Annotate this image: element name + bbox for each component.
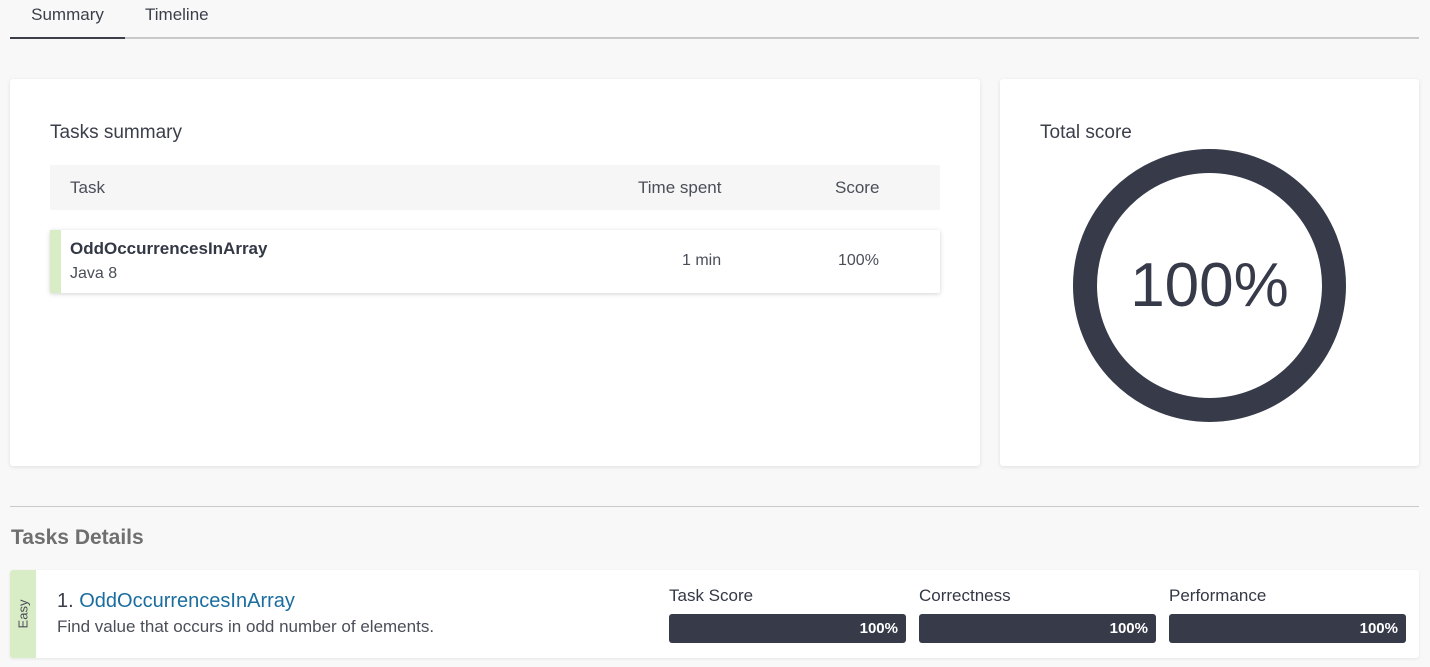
tab-bar: Summary Timeline bbox=[10, 0, 1419, 39]
column-header-score: Score bbox=[835, 178, 880, 197]
task-row[interactable]: OddOccurrencesInArray Java 8 1 min 100% bbox=[50, 230, 940, 293]
column-header-time-spent: Time spent bbox=[638, 178, 722, 197]
metric-bar: 100% bbox=[669, 614, 906, 643]
metric-performance: Performance 100% bbox=[1169, 586, 1406, 643]
tasks-summary-title: Tasks summary bbox=[50, 122, 182, 143]
metric-label: Correctness bbox=[919, 586, 1011, 605]
task-description: Find value that occurs in odd number of … bbox=[57, 617, 435, 636]
task-time-spent: 1 min bbox=[682, 252, 722, 269]
total-score-card: Total score 100% bbox=[1000, 79, 1419, 466]
metric-bar: 100% bbox=[919, 614, 1156, 643]
task-language: Java 8 bbox=[70, 265, 118, 282]
metric-bar: 100% bbox=[1169, 614, 1406, 643]
task-detail-link[interactable]: OddOccurrencesInArray bbox=[79, 590, 295, 612]
metric-label: Performance bbox=[1169, 586, 1267, 605]
task-detail-card: Easy 1. OddOccurrencesInArray Find value… bbox=[10, 570, 1419, 658]
metric-correctness: Correctness 100% bbox=[919, 586, 1156, 643]
task-score: 100% bbox=[838, 252, 879, 269]
difficulty-accent bbox=[50, 230, 61, 293]
task-number: 1. bbox=[57, 590, 74, 612]
tab-summary[interactable]: Summary bbox=[10, 0, 125, 39]
total-score-value: 100% bbox=[1130, 251, 1289, 320]
section-divider bbox=[10, 506, 1419, 507]
tasks-details-title: Tasks Details bbox=[11, 526, 144, 549]
total-score-title: Total score bbox=[1040, 122, 1132, 143]
tab-timeline[interactable]: Timeline bbox=[145, 0, 209, 39]
metric-label: Task Score bbox=[669, 586, 754, 605]
difficulty-badge: Easy bbox=[10, 570, 36, 658]
tasks-table-header: Task Time spent Score bbox=[50, 165, 940, 210]
difficulty-label: Easy bbox=[15, 599, 31, 629]
tasks-summary-card: Tasks summary Task Time spent Score OddO… bbox=[10, 79, 980, 466]
task-detail-heading: 1. OddOccurrencesInArray bbox=[57, 590, 295, 613]
metric-task-score: Task Score 100% bbox=[669, 586, 906, 643]
task-name: OddOccurrencesInArray bbox=[70, 239, 268, 258]
column-header-task: Task bbox=[70, 178, 105, 197]
